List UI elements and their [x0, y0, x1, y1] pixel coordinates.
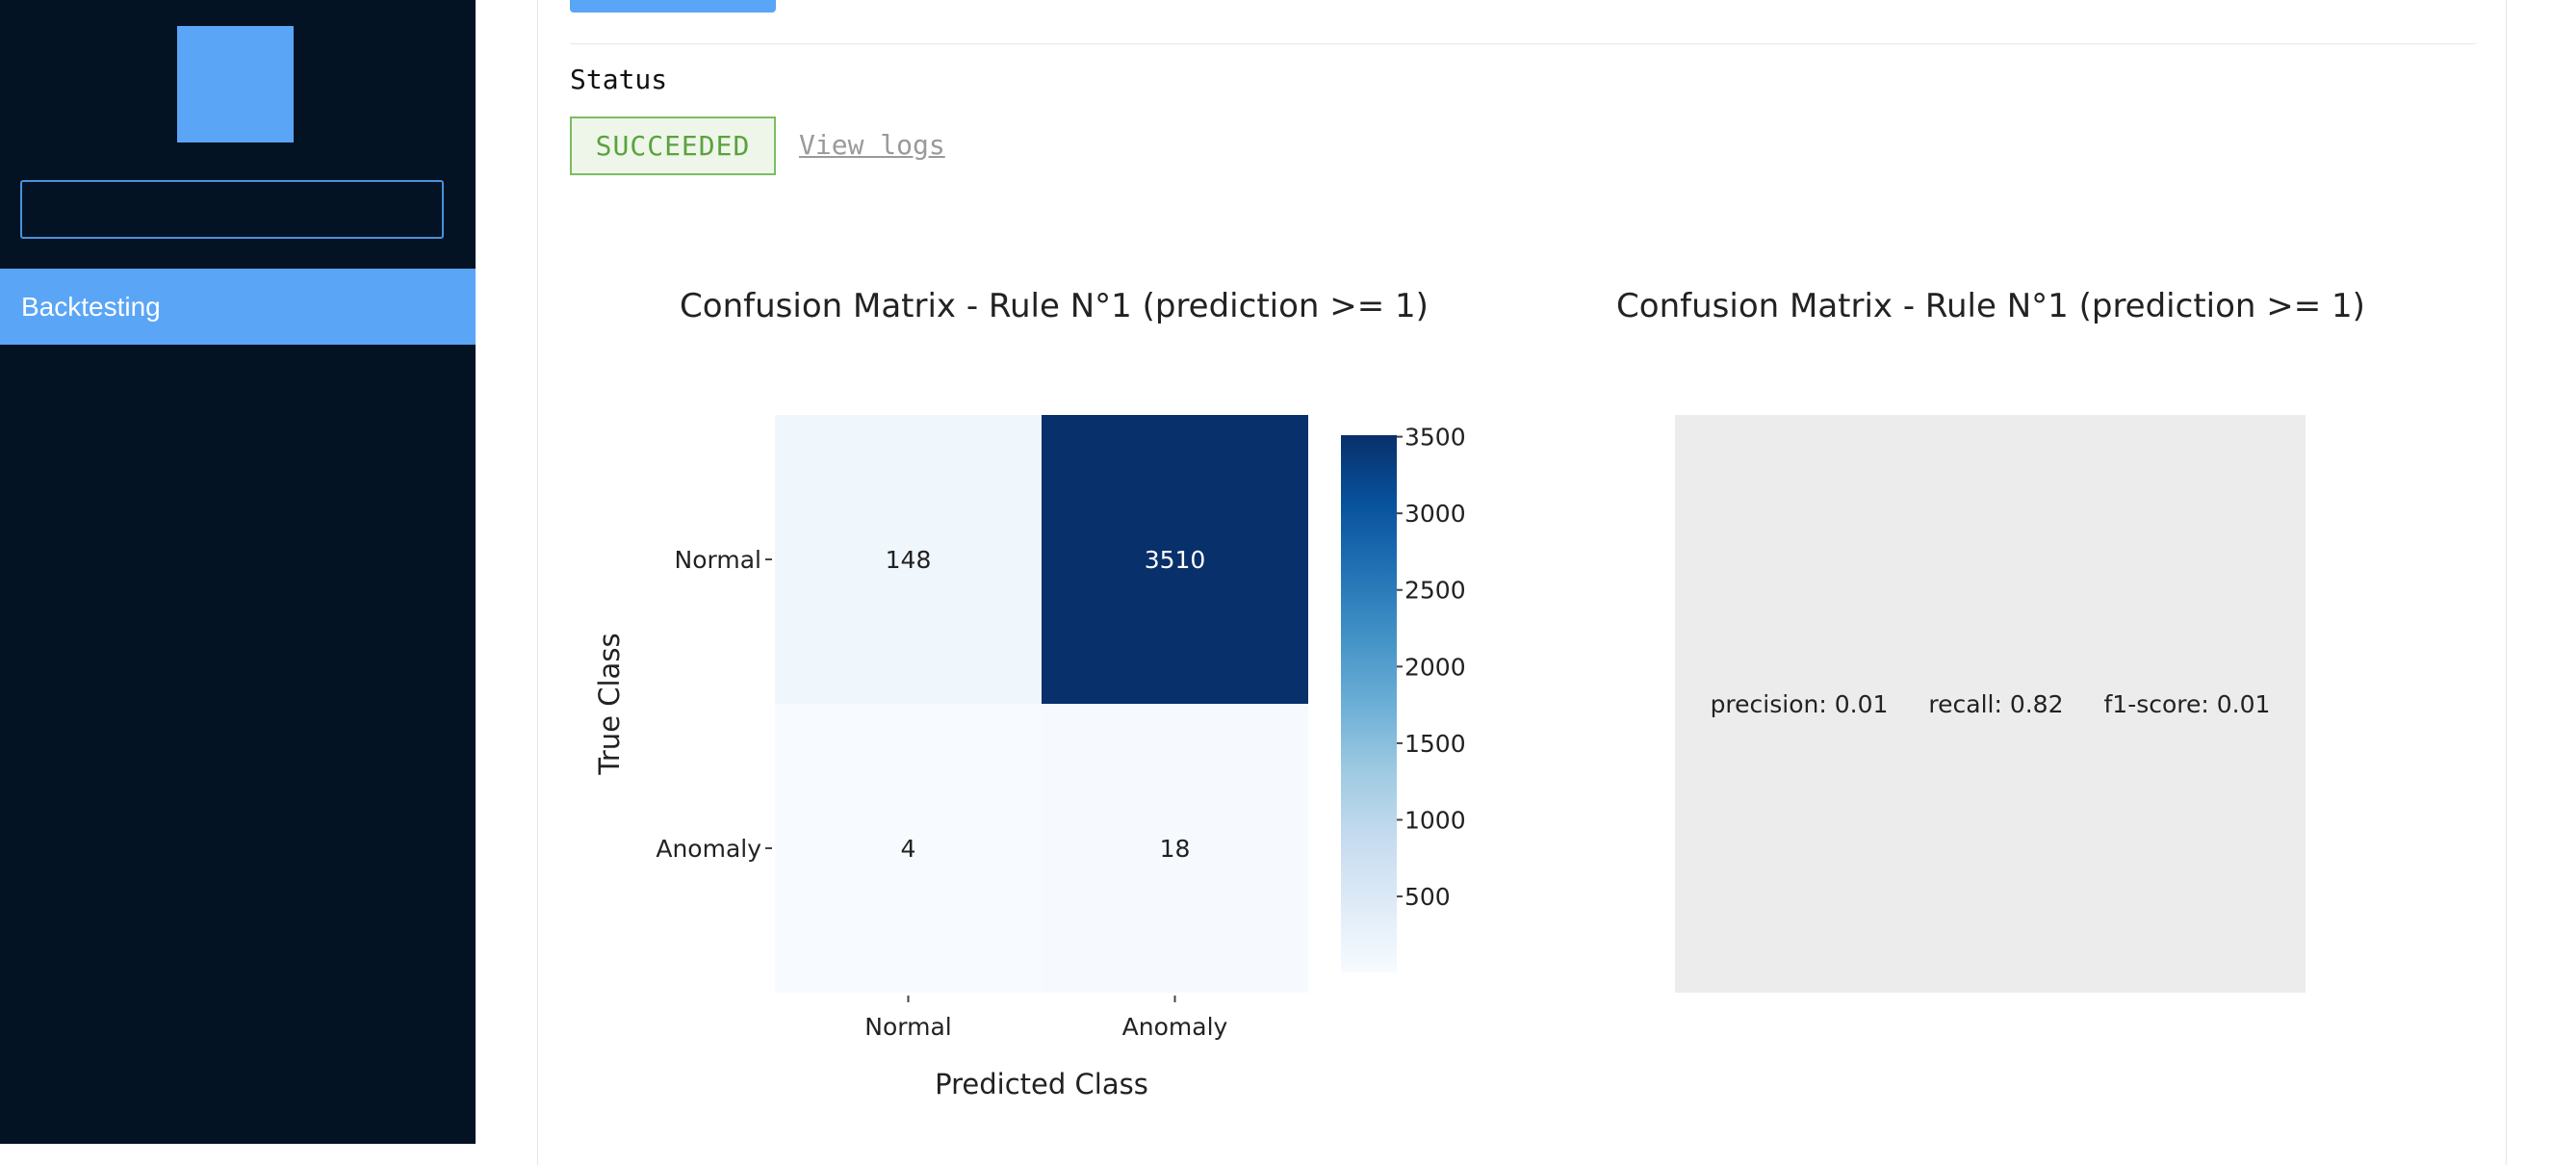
view-logs-link[interactable]: View logs	[799, 129, 945, 161]
y-axis-title: True Class	[593, 633, 626, 775]
metrics-chart-title: Confusion Matrix - Rule N°1 (prediction …	[1616, 287, 2365, 325]
confusion-matrix-title: Confusion Matrix - Rule N°1 (prediction …	[680, 287, 1429, 325]
status-badge: SUCCEEDED	[570, 116, 776, 175]
x-tick-label: Anomaly	[1122, 1013, 1228, 1041]
search-input[interactable]	[20, 180, 444, 239]
colorbar-tick-label: 1500	[1404, 730, 1466, 758]
colorbar-tick-label: 3000	[1404, 500, 1466, 528]
top-action-button[interactable]	[570, 0, 776, 13]
status-label: Status	[570, 64, 668, 95]
sidebar: Backtesting	[0, 0, 476, 1144]
x-tick-label: Normal	[864, 1013, 951, 1041]
heatmap-cell-label: 18	[1160, 835, 1191, 863]
colorbar-tick-label: 500	[1404, 883, 1451, 911]
colorbar-tick-label: 3500	[1404, 424, 1466, 452]
y-tick-label: Normal	[675, 546, 761, 574]
precision-metric: precision: 0.01	[1710, 689, 1889, 718]
heatmap-cell-label: 4	[901, 835, 916, 863]
colorbar-tick-label: 2500	[1404, 577, 1466, 605]
colorbar-tick-label: 1000	[1404, 806, 1466, 834]
metrics-panel: precision: 0.01 recall: 0.82 f1-score: 0…	[1675, 415, 2306, 993]
colorbar	[1341, 435, 1397, 972]
x-axis-title: Predicted Class	[935, 1068, 1148, 1100]
divider	[570, 43, 2476, 44]
app-logo[interactable]	[177, 26, 294, 142]
colorbar-tick-label: 2000	[1404, 653, 1466, 681]
sidebar-item-backtesting[interactable]: Backtesting	[0, 269, 476, 345]
confusion-matrix-heatmap: 148 3510 4 18 500 1000 1500 2000 2500 3000 3500 N…	[593, 415, 1466, 1100]
heatmap-cell-label: 3510	[1145, 546, 1206, 574]
heatmap-cell-label: 148	[886, 546, 932, 574]
recall-metric: recall: 0.82	[1928, 689, 2064, 718]
y-tick-label: Anomaly	[656, 835, 761, 863]
f1-score-metric: f1-score: 0.01	[2103, 689, 2271, 718]
